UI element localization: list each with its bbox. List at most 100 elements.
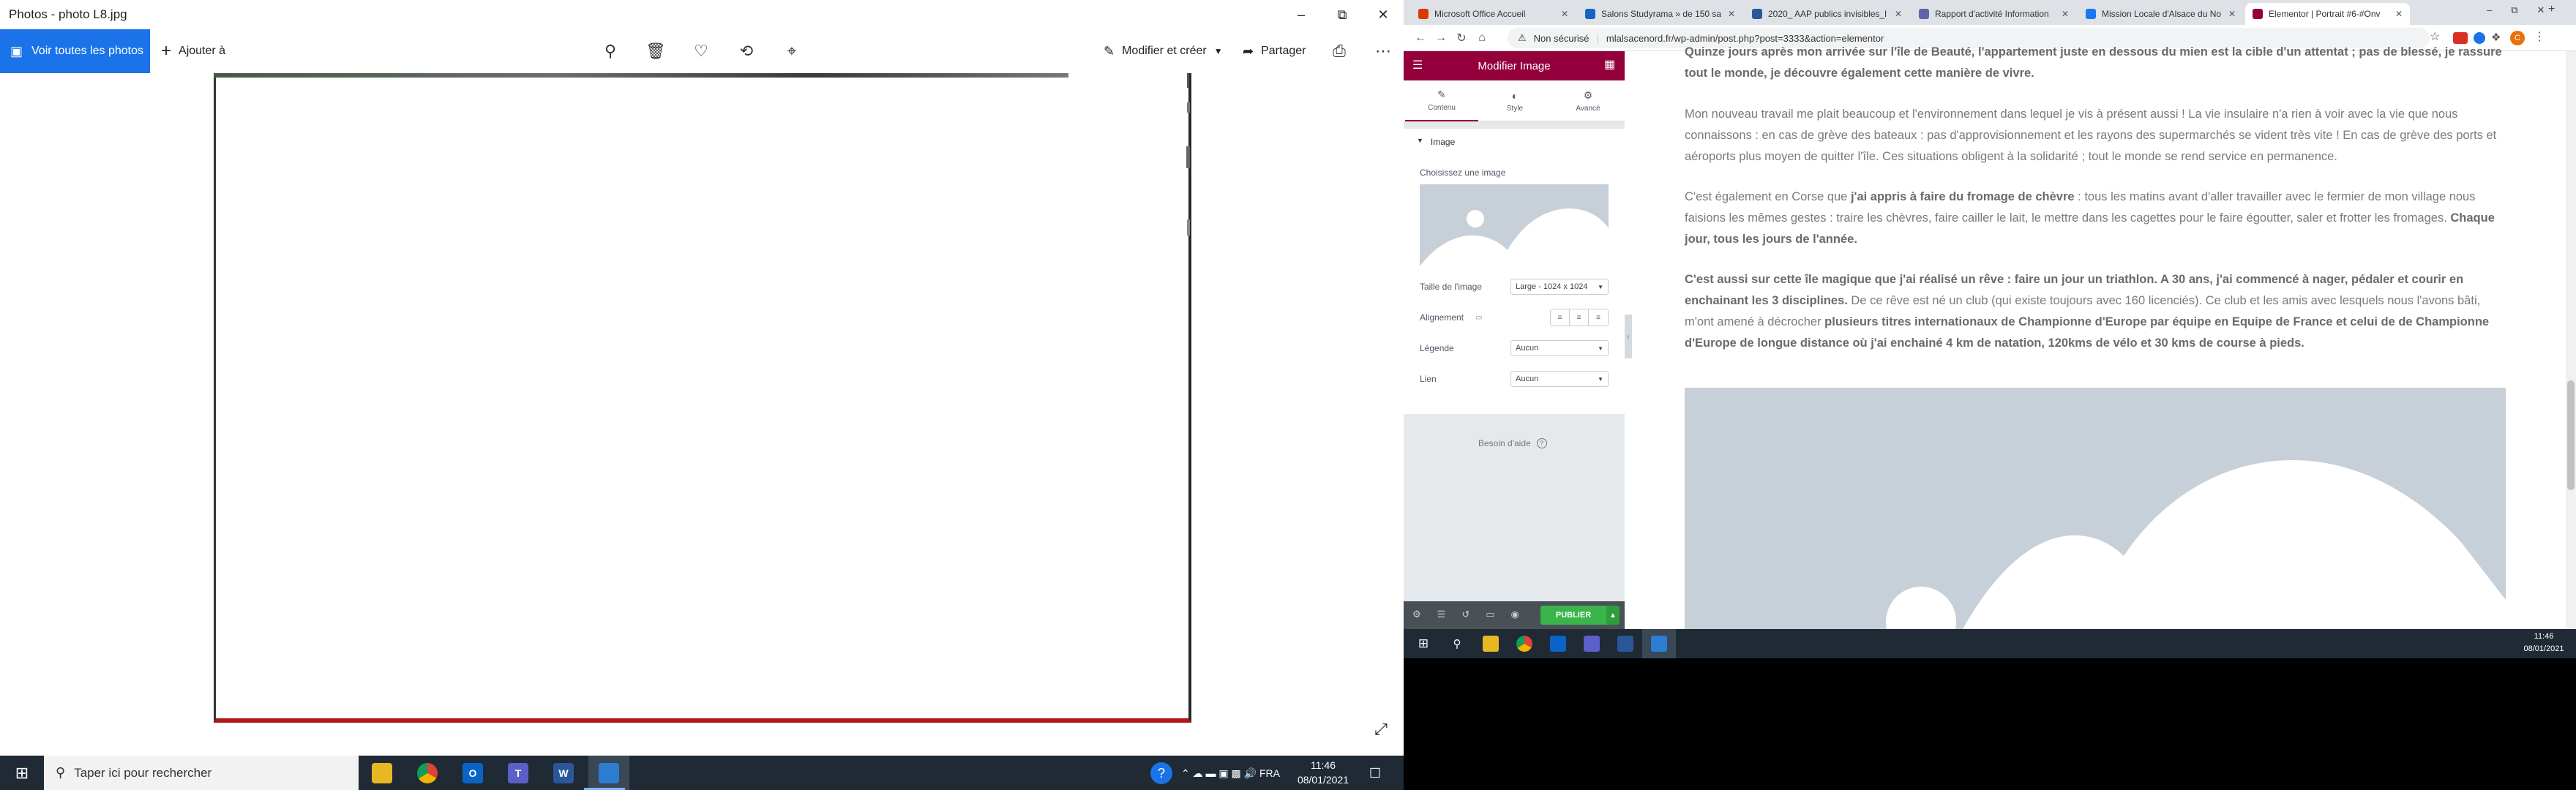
tab-style[interactable]: ◐ Style [1478, 80, 1551, 121]
image-placeholder[interactable] [1685, 388, 2506, 629]
image-section-header[interactable]: ▼ Image [1417, 137, 1455, 147]
new-tab-button[interactable]: + [2548, 3, 2555, 16]
browser-tab[interactable]: Mission Locale d'Alsace du No ✕ [2078, 3, 2243, 25]
tab-close-icon[interactable]: ✕ [1728, 9, 1735, 19]
publish-button[interactable]: PUBLIER [1540, 606, 1606, 625]
paragraph-4: C'est aussi sur cette île magique que j'… [1685, 269, 2512, 354]
secondary-clock-time: 11:46 [2534, 632, 2554, 641]
edit-create-button[interactable]: ✎ Modifier et créer ▼ [1104, 29, 1223, 73]
paragraph-3: C'est également en Corse que j'ai appris… [1685, 187, 2512, 250]
browser-tab[interactable]: Elementor | Portrait #6-#Onv ✕ [2245, 3, 2410, 25]
align-right-icon[interactable]: ≡ [1589, 309, 1608, 326]
add-to-button[interactable]: + Ajouter à [161, 29, 225, 73]
responsive-desktop-icon[interactable]: ▭ [1475, 314, 1482, 322]
p3-bold-b: j'ai appris à faire du fromage de chèvre [1850, 190, 2075, 203]
add-to-label: Ajouter à [179, 45, 226, 57]
tab-favicon-icon [1585, 9, 1595, 19]
browser-tab[interactable]: Microsoft Office Accueil ✕ [1411, 3, 1576, 25]
align-center-icon[interactable]: ≡ [1570, 309, 1589, 326]
widgets-grid-icon[interactable]: ▦ [1604, 57, 1615, 72]
link-label: Lien [1420, 374, 1437, 384]
secondary-teams-icon[interactable] [1575, 629, 1609, 658]
teams-icon[interactable]: T [498, 756, 539, 790]
hamburger-icon[interactable]: ☰ [1412, 58, 1423, 72]
share-button[interactable]: ➦ Partager [1243, 29, 1306, 73]
secondary-outlook-icon[interactable] [1541, 629, 1575, 658]
question-circle-icon: ? [1536, 438, 1547, 448]
expand-icon[interactable]: ⤢ [1368, 717, 1393, 742]
image-chooser[interactable] [1420, 184, 1609, 266]
edit-create-label: Modifier et créer [1122, 45, 1207, 57]
navigator-icon[interactable]: ☰ [1437, 609, 1446, 620]
browser-menu-icon[interactable]: ⋮ [2534, 29, 2545, 44]
browser-close-icon[interactable]: ✕ [2537, 4, 2545, 16]
tab-contenu[interactable]: ✎ Contenu [1405, 80, 1478, 121]
page-scrollbar[interactable] [2566, 51, 2576, 629]
secondary-chrome-icon[interactable] [1508, 629, 1541, 658]
settings-icon[interactable]: ⚙ [1412, 609, 1421, 620]
tab-avance[interactable]: ⚙ Avancé [1551, 80, 1625, 121]
collapse-panel-handle[interactable]: ‹ [1625, 315, 1632, 358]
browser-tab[interactable]: Salons Studyrama » de 150 sa ✕ [1578, 3, 1742, 25]
taskbar-clock[interactable]: 11:46 08/01/2021 [1294, 758, 1352, 787]
tab-close-icon[interactable]: ✕ [1895, 9, 1902, 19]
caption-select[interactable]: Aucun ▼ [1510, 340, 1609, 356]
secondary-clock[interactable]: 11:46 08/01/2021 [2517, 631, 2570, 655]
browser-minimize-icon[interactable]: – [2487, 4, 2492, 16]
tab-title: Rapport d'activité Information [1935, 9, 2049, 19]
rotate-icon[interactable]: ⟲ [730, 29, 763, 73]
crop-icon[interactable]: ⌖ [776, 29, 808, 73]
tab-close-icon[interactable]: ✕ [2395, 9, 2403, 19]
publish-options-icon[interactable]: ▲ [1606, 606, 1620, 625]
delete-icon[interactable]: 🗑 [640, 29, 672, 73]
reload-icon[interactable]: ↻ [1452, 28, 1471, 48]
tab-favicon-icon [2086, 9, 2096, 19]
close-button[interactable]: ✕ [1363, 0, 1404, 29]
page-scroll-thumb[interactable] [2567, 380, 2575, 490]
favorite-icon[interactable]: ♡ [685, 29, 717, 73]
restore-button[interactable]: ⧉ [1322, 0, 1363, 29]
secondary-search-icon[interactable]: ⚲ [1440, 629, 1474, 658]
image-size-select[interactable]: Large - 1024 x 1024 ▼ [1510, 279, 1609, 295]
see-all-photos-button[interactable]: ▣ Voir toutes les photos [0, 29, 150, 73]
preview-eye-icon[interactable]: ◉ [1511, 609, 1519, 620]
help-link[interactable]: Besoin d'aide ? [1478, 438, 1547, 448]
profile-avatar[interactable]: C [2510, 31, 2525, 45]
file-explorer-icon[interactable] [362, 756, 402, 790]
tab-title: Salons Studyrama » de 150 sa [1601, 9, 1722, 19]
home-icon[interactable]: ⌂ [1472, 28, 1491, 48]
tab-close-icon[interactable]: ✕ [2228, 9, 2236, 19]
browser-restore-icon[interactable]: ⧉ [2511, 4, 2517, 16]
minimize-button[interactable]: – [1281, 0, 1322, 29]
secondary-word-icon[interactable] [1609, 629, 1642, 658]
secondary-photos-icon[interactable] [1642, 629, 1676, 658]
help-icon[interactable]: ? [1150, 762, 1172, 784]
browser-tab[interactable]: Rapport d'activité Information ✕ [1912, 3, 2076, 25]
print-icon[interactable]: ⎙ [1323, 29, 1355, 73]
tab-close-icon[interactable]: ✕ [2062, 9, 2069, 19]
link-select[interactable]: Aucun ▼ [1510, 371, 1609, 387]
system-tray-icons[interactable]: ⌃ ☁ ▬ ▣ ▩ 🔊 FRA [1181, 761, 1280, 786]
browser-tab[interactable]: 2020_ AAP publics invisibles_l ✕ [1745, 3, 1909, 25]
secondary-file-explorer-icon[interactable] [1474, 629, 1508, 658]
align-left-icon[interactable]: ≡ [1551, 309, 1570, 326]
forward-icon[interactable]: → [1431, 28, 1450, 48]
zoom-icon[interactable]: ⚲ [594, 29, 626, 73]
word-icon[interactable]: W [543, 756, 584, 790]
contrast-icon: ◐ [1511, 89, 1519, 102]
photos-app-icon[interactable] [588, 756, 629, 790]
taskbar-search-box[interactable]: ⚲ Taper ici pour rechercher [44, 756, 359, 790]
more-options-icon[interactable]: ⋯ [1367, 29, 1399, 73]
chrome-icon[interactable] [407, 756, 448, 790]
back-icon[interactable]: ← [1411, 28, 1430, 48]
caption-label: Légende [1420, 343, 1454, 353]
history-icon[interactable]: ↺ [1461, 609, 1469, 620]
tab-close-icon[interactable]: ✕ [1561, 9, 1568, 19]
photos-window-title: Photos - photo L8.jpg [9, 7, 127, 21]
outlook-icon[interactable]: O [452, 756, 493, 790]
start-icon[interactable]: ⊞ [0, 756, 44, 790]
secondary-start-icon[interactable]: ⊞ [1407, 629, 1440, 658]
notification-icon[interactable]: ☐ [1364, 762, 1386, 784]
browser-window-controls[interactable]: – ⧉ ✕ [2487, 4, 2545, 16]
responsive-mode-icon[interactable]: ▭ [1486, 609, 1494, 620]
